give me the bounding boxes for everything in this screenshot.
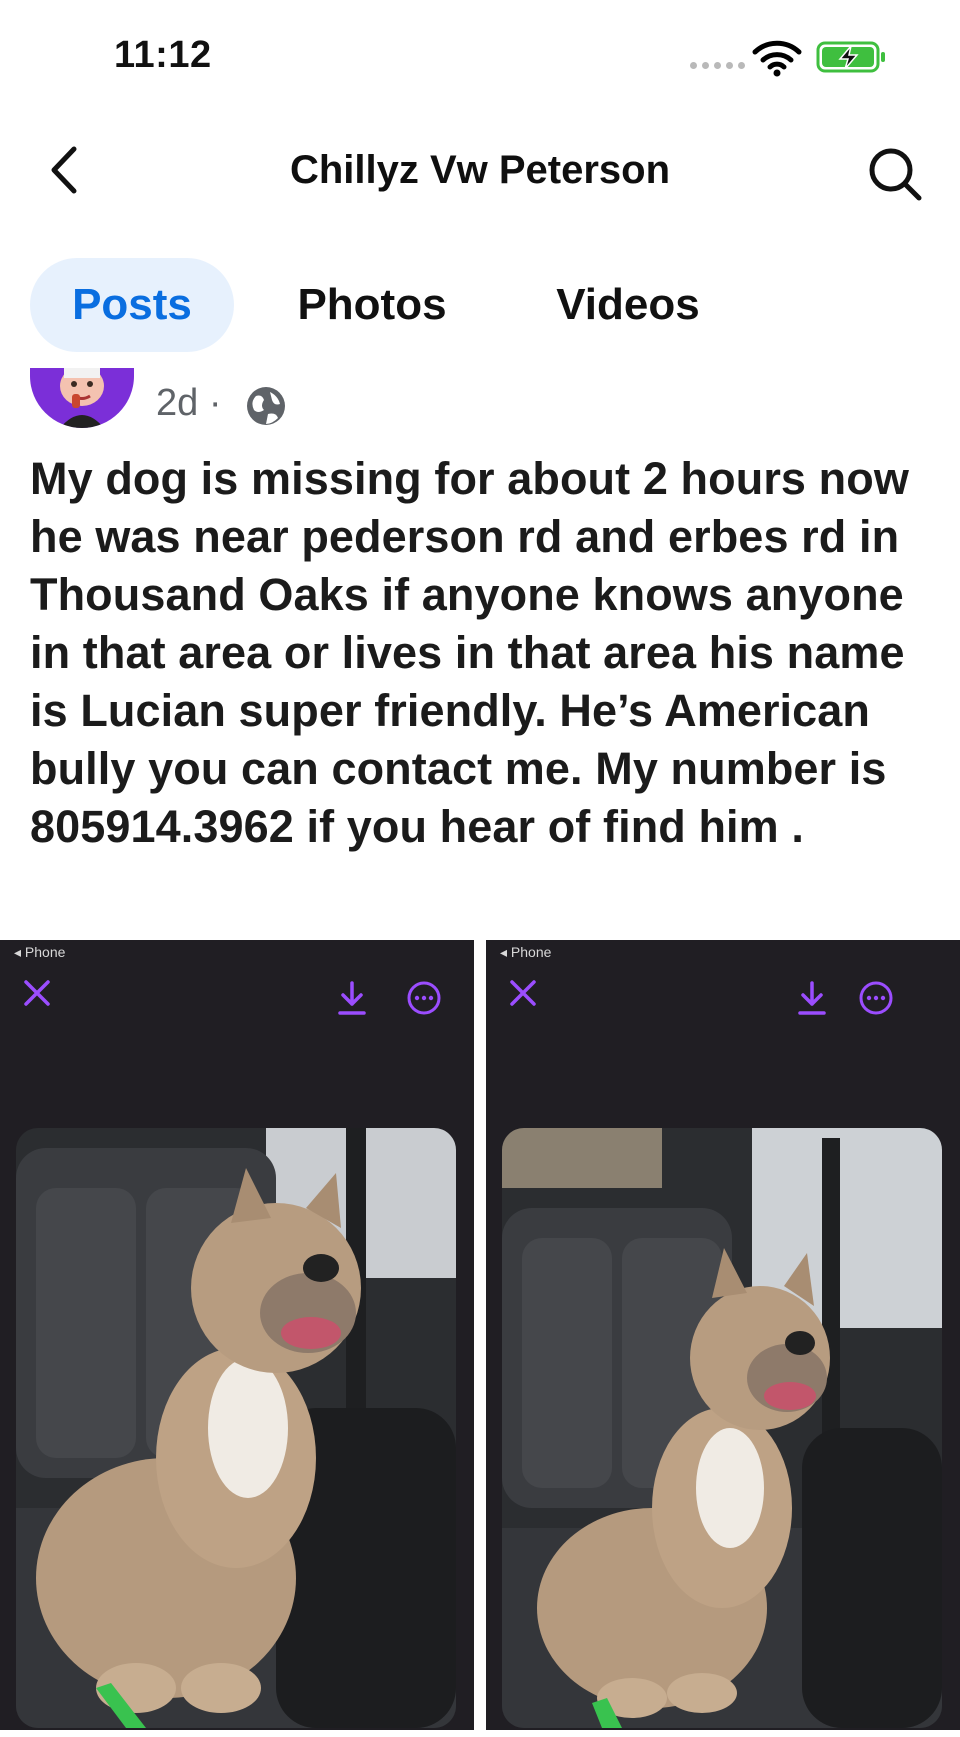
post-photo[interactable]: ◂ Phone <box>0 940 474 1730</box>
signal-dots-icon <box>690 62 746 70</box>
status-bar: 11:12 <box>0 0 960 110</box>
screenshot-back-label: ◂ Phone <box>14 944 66 960</box>
search-button[interactable] <box>860 142 930 206</box>
dog-photo <box>16 1128 456 1728</box>
close-icon <box>24 980 50 1006</box>
globe-icon <box>247 387 285 425</box>
download-icon <box>798 981 826 1015</box>
more-icon <box>859 981 893 1015</box>
tab-posts[interactable]: Posts <box>30 258 234 352</box>
profile-tabs: Posts Photos Videos <box>0 258 960 352</box>
download-icon <box>338 981 366 1015</box>
page-title: Chillyz Vw Peterson <box>289 148 671 192</box>
post-text: My dog is missing for about 2 hours now … <box>30 453 909 852</box>
screenshot-back-label: ◂ Phone <box>500 944 552 960</box>
tab-videos[interactable]: Videos <box>524 258 732 352</box>
status-time: 11:12 <box>114 34 212 76</box>
post-meta: 2d · <box>0 368 960 436</box>
close-icon <box>510 980 536 1006</box>
profile-header: Chillyz Vw Peterson <box>0 120 960 220</box>
wifi-icon <box>752 40 802 77</box>
battery-charging-icon <box>816 41 885 73</box>
search-icon <box>869 148 922 201</box>
meta-separator: · <box>208 382 222 424</box>
dog-photo <box>502 1128 942 1728</box>
tab-photos[interactable]: Photos <box>268 258 476 352</box>
more-icon <box>407 981 441 1015</box>
post-photo[interactable]: ◂ Phone <box>486 940 960 1730</box>
avatar[interactable] <box>30 368 134 428</box>
photo-divider <box>474 940 486 1730</box>
post-time: 2d <box>156 382 199 424</box>
